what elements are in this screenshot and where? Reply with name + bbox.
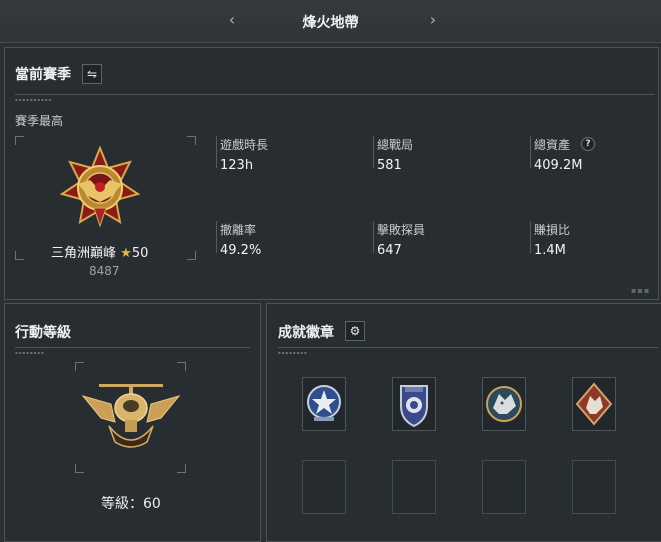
stat-separator: [216, 136, 217, 168]
stat-label-extract-rate: 撤離率: [220, 223, 257, 237]
rank-emblem-icon: [60, 146, 140, 228]
stat-label-kills: 擊敗探員: [377, 223, 426, 237]
stat-separator: [216, 221, 217, 253]
operation-panel: 行動等級 ▪▪▪▪▪▪▪▪ 等級：60: [4, 303, 261, 542]
top-bar: ‹ 烽火地帶 ›: [0, 0, 661, 43]
divider-caption: ▪▪▪▪▪▪▪▪: [15, 350, 45, 355]
frame-corner: [75, 464, 84, 473]
divider-caption: ▪▪▪▪▪▪▪▪: [278, 350, 308, 355]
badge-slot[interactable]: [392, 377, 436, 431]
empty-badge-slot[interactable]: [482, 460, 526, 514]
divider: [15, 347, 250, 348]
divider: [15, 94, 655, 95]
frame-corner: [15, 136, 24, 145]
help-icon[interactable]: ?: [581, 137, 595, 151]
operation-title: 行動等級: [15, 325, 71, 341]
stat-value-extract-rate: 49.2%: [220, 243, 262, 258]
page-title: 烽火地帶: [302, 15, 359, 31]
stat-label-play-time: 遊戲時長: [220, 138, 269, 152]
police-shield-badge-icon: [400, 385, 428, 428]
achievements-title: 成就徽章: [278, 325, 334, 341]
settings-gear-icon[interactable]: ⚙: [345, 321, 365, 341]
frame-corner: [177, 464, 186, 473]
stat-label-total-matches: 總戰局: [377, 138, 414, 152]
frame-corner: [187, 136, 196, 145]
stat-separator: [530, 221, 531, 253]
stat-value-total-matches: 581: [377, 158, 402, 173]
wolf-diamond-badge-icon: [575, 382, 613, 426]
badge-slot[interactable]: [572, 377, 616, 431]
empty-badge-slot[interactable]: [392, 460, 436, 514]
rank-stars: 50: [131, 246, 149, 261]
next-arrow-icon[interactable]: ›: [423, 10, 443, 29]
rank-score: 8487: [89, 264, 120, 278]
stat-separator: [373, 221, 374, 253]
stat-label-profit-loss: 賺損比: [534, 223, 571, 237]
panel-dots: ▪▪▪: [631, 286, 651, 295]
divider: [278, 347, 658, 348]
wolf-round-badge-icon: [486, 386, 522, 422]
star-icon: ★: [120, 246, 132, 261]
rank-name: 三角洲巔峰: [51, 246, 117, 261]
stat-separator: [373, 136, 374, 168]
divider-caption: ▪▪▪▪▪▪▪▪▪▪: [15, 97, 53, 102]
season-best-label: 賽季最高: [15, 114, 64, 128]
rank-row: 三角洲巔峰 ★50: [51, 242, 148, 261]
frame-corner: [177, 362, 186, 371]
stat-separator: [530, 136, 531, 168]
frame-corner: [187, 251, 196, 260]
helicopter-emblem-icon: [81, 384, 181, 448]
frame-corner: [15, 251, 24, 260]
season-title: 當前賽季: [15, 67, 71, 83]
stat-label-total-assets: 總資產: [534, 138, 571, 152]
season-panel: 當前賽季 ⇋ ▪▪▪▪▪▪▪▪▪▪ 賽季最高 三角洲巔峰 ★50 8487 遊戲…: [4, 47, 659, 300]
stat-value-play-time: 123h: [220, 158, 254, 173]
empty-badge-slot[interactable]: [302, 460, 346, 514]
empty-badge-slot[interactable]: [572, 460, 616, 514]
star-shield-badge-icon: [307, 385, 341, 421]
achievements-panel: 成就徽章 ⚙ ▪▪▪▪▪▪▪▪: [266, 303, 661, 542]
frame-corner: [75, 362, 84, 371]
stat-value-kills: 647: [377, 243, 402, 258]
badge-slot[interactable]: [482, 377, 526, 431]
switch-season-icon[interactable]: ⇋: [82, 64, 102, 84]
operation-level: 等級：60: [101, 496, 161, 512]
stat-value-total-assets: 409.2M: [534, 158, 583, 173]
stat-value-profit-loss: 1.4M: [534, 243, 566, 258]
badge-slot[interactable]: [302, 377, 346, 431]
